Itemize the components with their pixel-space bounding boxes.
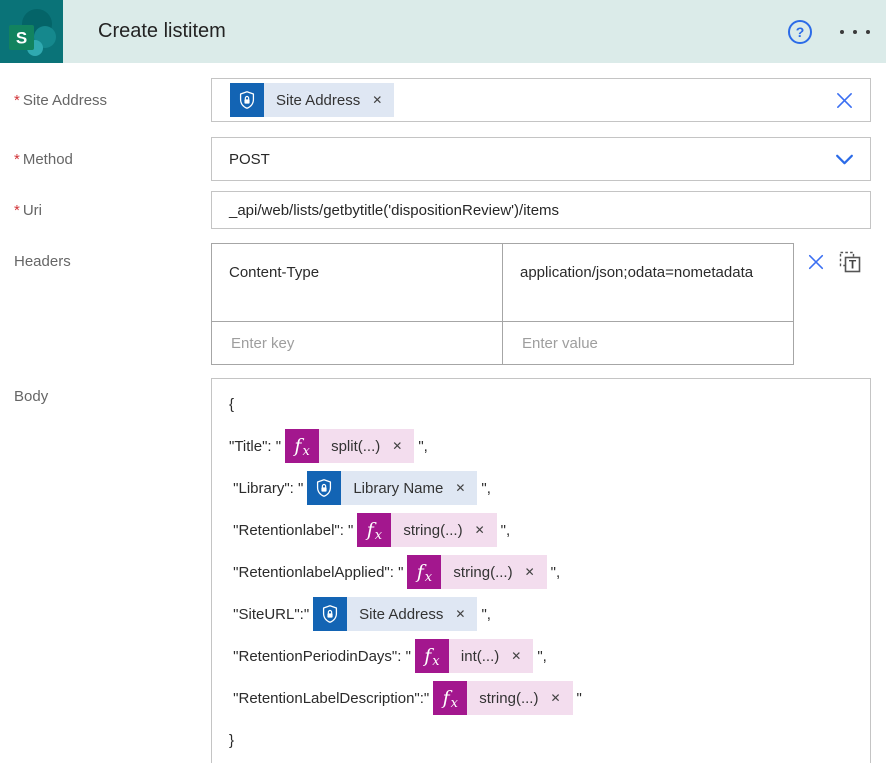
token-remove-icon[interactable]: ✕ (390, 439, 404, 453)
header-key-input[interactable] (229, 334, 488, 353)
uri-value: _api/web/lists/getbytitle('dispositionRe… (229, 202, 870, 219)
body-line-text: ", (481, 606, 491, 623)
uri-row: *Uri _api/web/lists/getbytitle('disposit… (14, 191, 886, 229)
header-key-cell[interactable]: Content-Type (212, 244, 503, 321)
token-remove-icon[interactable]: ✕ (453, 607, 467, 621)
expression-token[interactable]: fx string(...) ✕ (407, 555, 546, 589)
body-line-text: ", (481, 480, 491, 497)
fx-icon: fx (407, 555, 441, 589)
body-input[interactable]: { "Title": " fx split(...) ✕ ", "Library… (211, 378, 871, 763)
body-line-text: "RetentionPeriodinDays": " (229, 648, 411, 665)
uri-label: *Uri (14, 202, 211, 219)
body-line-text: "Library": " (229, 480, 303, 497)
token-remove-icon[interactable]: ✕ (473, 523, 487, 537)
site-address-row: *Site Address Site Address ✕ (14, 78, 886, 122)
token-label: string(...) (403, 522, 462, 539)
svg-text:S: S (16, 29, 27, 48)
headers-label: Headers (14, 243, 211, 365)
required-asterisk: * (14, 202, 20, 219)
body-line-text: ", (501, 522, 511, 539)
method-value: POST (229, 151, 835, 168)
token-remove-icon[interactable]: ✕ (548, 691, 562, 705)
body-line-text: ", (551, 564, 561, 581)
required-asterisk: * (14, 92, 20, 109)
body-line: } (229, 719, 854, 761)
body-label: Body (14, 378, 211, 763)
header-value-cell[interactable]: application/json;odata=nometadata (503, 244, 793, 321)
card-title: Create listitem (98, 20, 788, 43)
expression-token[interactable]: fx split(...) ✕ (285, 429, 414, 463)
menu-ellipsis-icon[interactable] (838, 26, 872, 38)
header-value-input[interactable] (520, 334, 779, 353)
token-remove-icon[interactable]: ✕ (523, 565, 537, 579)
dynamic-content-token[interactable]: Site Address ✕ (313, 597, 477, 631)
fx-icon: fx (357, 513, 391, 547)
body-line-text: ", (537, 648, 547, 665)
expression-token[interactable]: fx string(...) ✕ (433, 681, 572, 715)
method-dropdown[interactable]: POST (211, 137, 871, 181)
required-asterisk: * (14, 151, 20, 168)
body-line: "SiteURL":" Site Address ✕ ", (229, 593, 854, 635)
body-line-text: "SiteURL":" (229, 606, 309, 623)
body-line-text: ", (418, 438, 428, 455)
expression-token[interactable]: fx string(...) ✕ (357, 513, 496, 547)
headers-table: Content-Type application/json;odata=nome… (211, 243, 794, 365)
fx-icon: fx (415, 639, 449, 673)
body-line-text: "Retentionlabel": " (229, 522, 353, 539)
method-label: *Method (14, 151, 211, 168)
body-line-text: } (229, 732, 234, 749)
token-remove-icon[interactable]: ✕ (509, 649, 523, 663)
headers-table-row: Content-Type application/json;odata=nome… (212, 244, 793, 322)
create-listitem-action-card: S Create listitem ? *Site Address (0, 0, 886, 763)
shield-lock-icon (307, 471, 341, 505)
body-line: "RetentionLabelDescription":" fx string(… (229, 677, 854, 719)
token-label: Library Name (353, 480, 443, 497)
switch-to-text-mode-icon[interactable]: T (838, 250, 862, 279)
body-line-text: "RetentionlabelApplied": " (229, 564, 403, 581)
body-line-text: " (577, 690, 582, 707)
shield-lock-icon (230, 83, 264, 117)
token-label: Site Address (359, 606, 443, 623)
fx-icon: fx (433, 681, 467, 715)
shield-lock-icon (313, 597, 347, 631)
token-remove-icon[interactable]: ✕ (370, 93, 384, 107)
body-line-text: { (229, 396, 234, 413)
body-line-text: "RetentionLabelDescription":" (229, 690, 429, 707)
token-label: Site Address (276, 92, 360, 109)
fx-icon: fx (285, 429, 319, 463)
clear-field-icon[interactable] (835, 91, 854, 110)
headers-table-new-row (212, 322, 793, 364)
card-header[interactable]: S Create listitem ? (0, 0, 886, 63)
help-icon[interactable]: ? (788, 20, 812, 44)
site-address-token[interactable]: Site Address ✕ (230, 83, 394, 117)
header-value-input-cell (503, 322, 793, 364)
body-line: "Retentionlabel": " fx string(...) ✕ ", (229, 509, 854, 551)
token-label: string(...) (453, 564, 512, 581)
body-line: "Library": " Library Name ✕ ", (229, 467, 854, 509)
token-remove-icon[interactable]: ✕ (453, 481, 467, 495)
dynamic-content-token[interactable]: Library Name ✕ (307, 471, 477, 505)
delete-header-row-icon[interactable] (807, 253, 825, 276)
svg-text:T: T (849, 258, 857, 272)
chevron-down-icon[interactable] (835, 154, 854, 165)
sharepoint-icon: S (0, 0, 63, 63)
token-label: string(...) (479, 690, 538, 707)
expression-token[interactable]: fx int(...) ✕ (415, 639, 533, 673)
site-address-input[interactable]: Site Address ✕ (211, 78, 871, 122)
token-label: int(...) (461, 648, 499, 665)
body-line: "Title": " fx split(...) ✕ ", (229, 425, 854, 467)
body-line: "RetentionlabelApplied": " fx string(...… (229, 551, 854, 593)
headers-row: Headers Content-Type application/json;od… (14, 243, 886, 365)
body-line: { (229, 383, 854, 425)
header-key-input-cell (212, 322, 503, 364)
body-row: Body { "Title": " fx split(...) ✕ ", "Li… (14, 378, 886, 763)
body-line: "RetentionPeriodinDays": " fx int(...) ✕… (229, 635, 854, 677)
site-address-label: *Site Address (14, 92, 211, 109)
uri-input[interactable]: _api/web/lists/getbytitle('dispositionRe… (211, 191, 871, 229)
body-line-text: "Title": " (229, 438, 281, 455)
method-row: *Method POST (14, 137, 886, 181)
token-label: split(...) (331, 438, 380, 455)
